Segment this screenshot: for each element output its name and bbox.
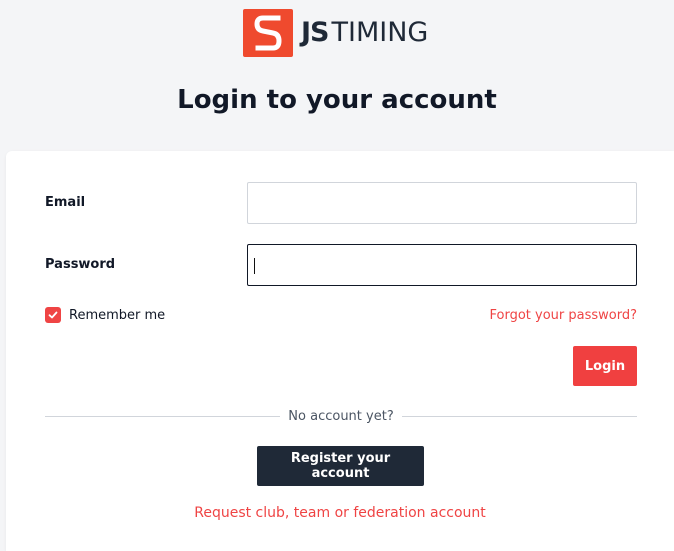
login-card: Email Password Remember me Forgot your p…	[6, 151, 674, 551]
brand-wordmark-prefix: JS	[301, 17, 329, 48]
password-label: Password	[45, 257, 116, 272]
remember-me-label: Remember me	[69, 307, 166, 323]
request-club-account-link[interactable]: Request club, team or federation account	[6, 505, 674, 521]
s-logo-icon	[243, 9, 293, 57]
remember-me-checkbox[interactable]: Remember me	[45, 307, 165, 323]
divider-text: No account yet?	[280, 408, 402, 424]
brand-wordmark: JS TIMING	[301, 9, 428, 57]
email-label: Email	[45, 195, 86, 210]
brand-wordmark-suffix: TIMING	[331, 17, 429, 48]
divider-line-left	[45, 415, 281, 417]
checkmark-icon[interactable]	[45, 307, 61, 323]
text-cursor	[254, 258, 255, 274]
divider-line-right	[401, 415, 638, 417]
login-button[interactable]: Login	[573, 346, 637, 386]
divider: No account yet?	[45, 408, 638, 424]
password-field[interactable]	[247, 244, 637, 286]
email-field[interactable]	[247, 182, 637, 224]
forgot-password-link[interactable]: Forgot your password?	[489, 308, 637, 323]
register-account-button[interactable]: Register your account	[257, 446, 424, 486]
page-title: Login to your account	[177, 85, 497, 115]
brand-logo[interactable]: JS TIMING	[243, 9, 428, 57]
